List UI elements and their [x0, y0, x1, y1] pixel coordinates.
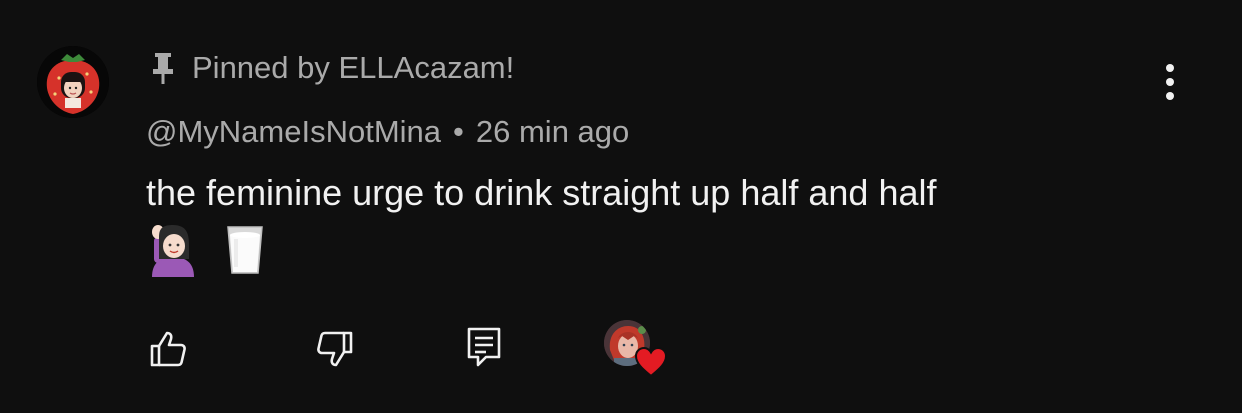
- creator-heart-icon: [634, 346, 668, 378]
- thumbs-up-icon: [150, 331, 186, 367]
- author-avatar-image: [37, 46, 109, 118]
- more-vertical-icon: [1166, 64, 1174, 100]
- creator-heart-badge: [604, 320, 670, 382]
- meta-separator: •: [453, 114, 464, 149]
- glass-of-milk-emoji: [227, 226, 263, 274]
- like-button[interactable]: [140, 321, 196, 377]
- comment-text: the feminine urge to drink straight up h…: [146, 172, 937, 213]
- comment-action-menu-button[interactable]: [1150, 58, 1190, 106]
- pinned-by-label: Pinned by ELLAcazam!: [192, 50, 515, 85]
- author-avatar[interactable]: [37, 46, 109, 118]
- comment-action-bar: [0, 318, 1242, 388]
- reply-comment-icon: [467, 327, 501, 367]
- comment-emoji-row: [146, 222, 272, 278]
- thumbs-down-icon: [317, 331, 353, 367]
- comment-timestamp[interactable]: 26 min ago: [476, 114, 629, 150]
- dislike-button[interactable]: [307, 321, 363, 377]
- reply-button[interactable]: [456, 319, 512, 375]
- author-handle-link[interactable]: @MyNameIsNotMina: [146, 114, 441, 150]
- comment-thread-item: Pinned by ELLAcazam! @MyNameIsNotMina • …: [0, 0, 1242, 413]
- pin-icon: [150, 51, 176, 85]
- pinned-indicator: Pinned by ELLAcazam!: [150, 48, 514, 88]
- raising-hand-woman-emoji: [152, 225, 194, 277]
- comment-header: @MyNameIsNotMina • 26 min ago: [146, 112, 629, 152]
